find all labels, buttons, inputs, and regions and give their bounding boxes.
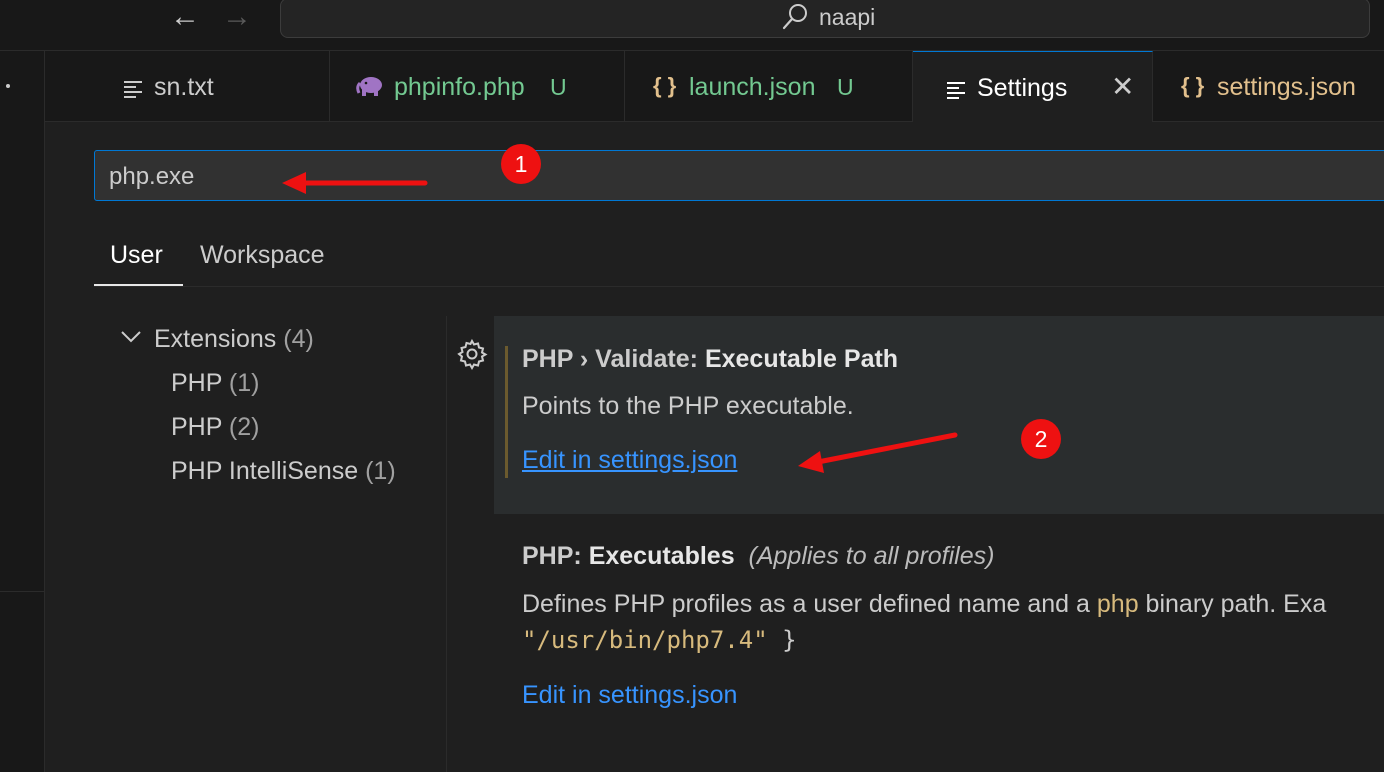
description-text: binary path. Exa bbox=[1138, 590, 1327, 618]
back-arrow-icon[interactable]: ← bbox=[170, 2, 200, 32]
code-value: "/usr/bin/php7.4" bbox=[522, 626, 768, 654]
tab-workspace[interactable]: Workspace bbox=[200, 240, 325, 270]
forward-arrow-icon[interactable]: → bbox=[222, 2, 252, 32]
untracked-badge: U bbox=[837, 74, 854, 100]
file-lines-icon bbox=[124, 77, 142, 103]
scope-divider bbox=[94, 286, 1384, 287]
setting-description: Defines PHP profiles as a user defined n… bbox=[522, 589, 1326, 619]
setting-code-example: "/usr/bin/php7.4" } bbox=[522, 625, 797, 655]
search-icon bbox=[782, 4, 807, 30]
toc-count: (1) bbox=[365, 457, 396, 485]
settings-search-field[interactable] bbox=[94, 150, 1384, 201]
tab-user[interactable]: User bbox=[110, 240, 163, 270]
tab-label: Settings bbox=[977, 74, 1068, 102]
gear-icon[interactable] bbox=[456, 338, 488, 370]
toc-count: (4) bbox=[283, 325, 314, 353]
toc-label: PHP bbox=[171, 369, 222, 397]
edit-in-settings-json-link[interactable]: Edit in settings.json bbox=[522, 445, 737, 475]
edit-in-settings-json-link[interactable]: Edit in settings.json bbox=[522, 680, 737, 710]
activity-bar bbox=[0, 51, 45, 772]
chevron-down-icon[interactable] bbox=[120, 330, 142, 344]
more-dot-icon[interactable] bbox=[6, 84, 10, 88]
tab-label: launch.json bbox=[689, 73, 816, 101]
tab-launch-json[interactable]: { } launch.json U bbox=[625, 51, 913, 121]
close-icon[interactable]: ✕ bbox=[1111, 72, 1134, 102]
php-elephant-icon bbox=[356, 77, 382, 96]
settings-lines-icon bbox=[947, 78, 965, 104]
toc-label: PHP IntelliSense bbox=[171, 457, 359, 485]
tab-label: settings.json bbox=[1217, 73, 1356, 101]
modified-indicator bbox=[505, 346, 508, 478]
toc-count: (1) bbox=[228, 369, 260, 397]
json-braces-icon: { } bbox=[653, 73, 677, 98]
setting-name: Executables bbox=[588, 542, 735, 570]
setting-scope-note: (Applies to all profiles) bbox=[748, 542, 995, 570]
annotation-badge-1: 1 bbox=[501, 144, 541, 184]
tab-label: phpinfo.php bbox=[394, 73, 525, 101]
toc-label: Extensions bbox=[154, 325, 277, 353]
tab-label: sn.txt bbox=[154, 73, 214, 101]
toc-label: PHP bbox=[171, 413, 222, 441]
annotation-badge-2: 2 bbox=[1021, 419, 1061, 459]
toc-extensions[interactable]: Extensions (4) bbox=[154, 324, 314, 354]
title-bar: ← → naapi bbox=[0, 0, 1384, 51]
tab-sn-txt[interactable]: sn.txt bbox=[90, 51, 330, 121]
description-keyword: php bbox=[1096, 590, 1139, 618]
description-text: Defines PHP profiles as a user defined n… bbox=[522, 590, 1097, 618]
setting-name: Executable Path bbox=[704, 345, 899, 373]
setting-category: PHP: bbox=[522, 542, 589, 570]
setting-title: PHP: Executables (Applies to all profile… bbox=[522, 541, 994, 571]
settings-search-input[interactable] bbox=[107, 159, 1311, 195]
tab-settings-json[interactable]: { } settings.json bbox=[1153, 51, 1384, 121]
tab-phpinfo-php[interactable]: phpinfo.php U bbox=[330, 51, 625, 121]
untracked-badge: U bbox=[550, 74, 567, 100]
setting-description: Points to the PHP executable. bbox=[522, 392, 854, 420]
toc-count: (2) bbox=[228, 413, 260, 441]
setting-title: PHP › Validate: Executable Path bbox=[522, 344, 898, 374]
json-braces-icon: { } bbox=[1181, 73, 1205, 98]
tab-settings[interactable]: Settings ✕ bbox=[913, 51, 1153, 122]
command-center-text: naapi bbox=[819, 4, 876, 30]
toc-item-php-1[interactable]: PHP (1) bbox=[171, 368, 259, 398]
command-center[interactable]: naapi bbox=[280, 0, 1370, 38]
toc-item-php-2[interactable]: PHP (2) bbox=[171, 412, 259, 442]
toc-item-php-intellisense[interactable]: PHP IntelliSense (1) bbox=[171, 456, 396, 486]
activity-divider bbox=[0, 591, 44, 592]
editor-tab-bar: sn.txt phpinfo.php U { } launch.json U S… bbox=[45, 51, 1384, 122]
toc-divider bbox=[446, 316, 447, 772]
setting-category: PHP › Validate: bbox=[522, 345, 705, 373]
code-brace: } bbox=[767, 626, 797, 654]
